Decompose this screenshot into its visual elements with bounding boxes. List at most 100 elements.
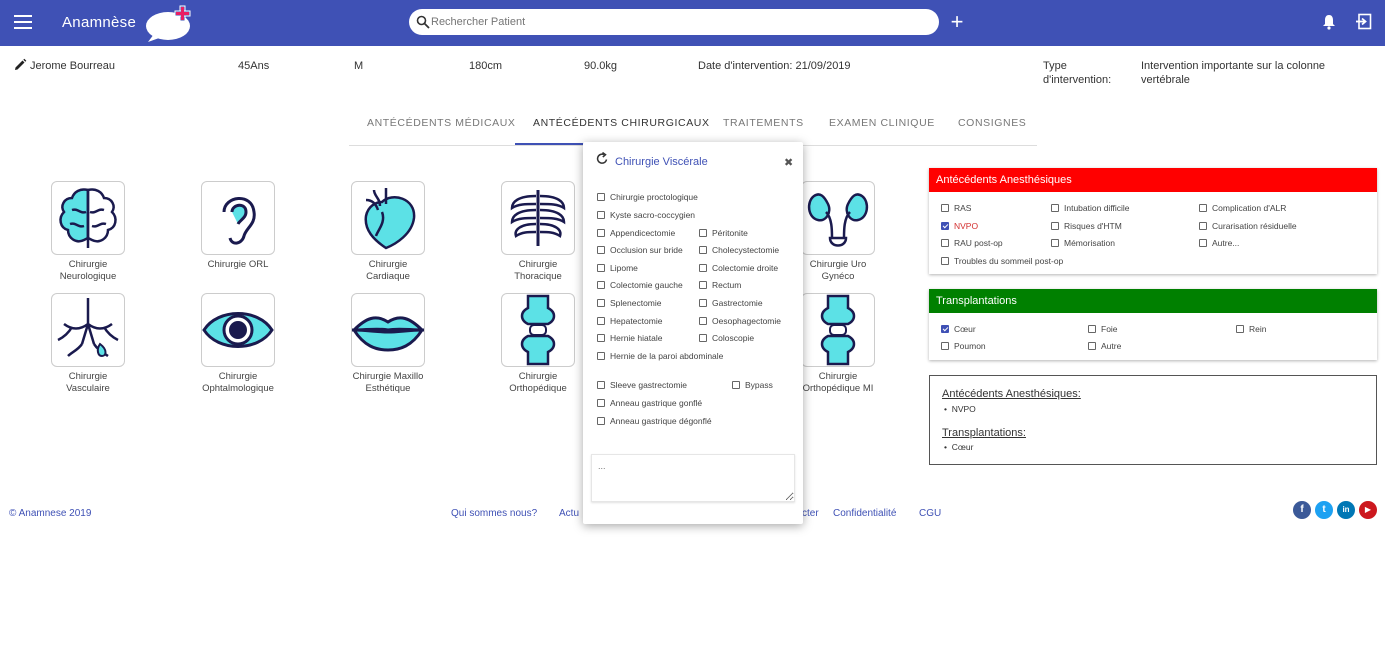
checkbox-hepatectomie[interactable]: Hepatectomie [597, 316, 662, 326]
plus-icon[interactable]: + [948, 11, 966, 33]
checkbox-box[interactable] [597, 334, 605, 342]
checkbox-hernie-paroi[interactable]: Hernie de la paroi abdominale [597, 351, 723, 361]
checkbox-troubles-sommeil[interactable]: Troubles du sommeil post-op [941, 256, 1063, 266]
facebook-icon[interactable]: f [1293, 501, 1311, 519]
checkbox-box[interactable] [941, 204, 949, 212]
specialty-card-neuro[interactable]: Chirurgie Neurologique [8, 181, 168, 283]
checkbox-box[interactable] [699, 299, 707, 307]
bone-joint-icon[interactable] [801, 293, 875, 367]
ribcage-icon[interactable] [501, 181, 575, 255]
checkbox-intubation[interactable]: Intubation difficile [1051, 203, 1130, 213]
checkbox-box[interactable] [1199, 222, 1207, 230]
checkbox-hernie-hiatale[interactable]: Hernie hiatale [597, 333, 662, 343]
checkbox-anneau-gonfle[interactable]: Anneau gastrique gonflé [597, 398, 702, 408]
specialty-card-orl[interactable]: Chirurgie ORL [158, 181, 318, 271]
checkbox-poumon[interactable]: Poumon [941, 341, 986, 351]
footer-link-about[interactable]: Qui sommes nous? [451, 508, 537, 519]
brain-icon[interactable] [51, 181, 125, 255]
footer-link-cgu[interactable]: CGU [919, 508, 941, 519]
checkbox-bypass[interactable]: Bypass [732, 380, 773, 390]
checkbox-box[interactable] [1051, 222, 1059, 230]
checkbox-splenectomie[interactable]: Splenectomie [597, 298, 662, 308]
footer-link-privacy[interactable]: Confidentialité [833, 508, 896, 519]
checkbox-autre[interactable]: Autre... [1199, 238, 1239, 248]
footer-link-actu[interactable]: Actu [559, 508, 579, 519]
checkbox-rectum[interactable]: Rectum [699, 280, 741, 290]
checkbox-colectomie-gauche[interactable]: Colectomie gauche [597, 280, 683, 290]
checkbox-coloscopie[interactable]: Coloscopie [699, 333, 754, 343]
checkbox-box[interactable] [597, 417, 605, 425]
checkbox-box[interactable] [597, 352, 605, 360]
close-icon[interactable]: ✖ [784, 156, 793, 169]
checkbox-gastrectomie[interactable]: Gastrectomie [699, 298, 763, 308]
checkbox-curarisation[interactable]: Curarisation résiduelle [1199, 221, 1297, 231]
lips-icon[interactable] [351, 293, 425, 367]
checkbox-box[interactable] [699, 229, 707, 237]
edit-icon[interactable] [13, 58, 27, 72]
checkbox-box[interactable] [597, 281, 605, 289]
checkbox-box[interactable] [597, 299, 605, 307]
tab-antecedents-medicaux[interactable]: ANTÉCÉDENTS MÉDICAUX [367, 117, 516, 129]
checkbox-appendicectomie[interactable]: Appendicectomie [597, 228, 675, 238]
checkbox-box[interactable] [699, 264, 707, 272]
checkbox-cholecystectomie[interactable]: Cholecystectomie [699, 245, 779, 255]
refresh-icon[interactable] [596, 152, 609, 165]
checkbox-box[interactable] [597, 317, 605, 325]
checkbox-box[interactable] [597, 211, 605, 219]
eye-icon[interactable] [201, 293, 275, 367]
checkbox-box[interactable] [1199, 239, 1207, 247]
exit-icon[interactable] [1355, 13, 1372, 30]
checkbox-anneau-degonfle[interactable]: Anneau gastrique dégonflé [597, 416, 712, 426]
footer-link-contact[interactable]: cter [802, 508, 819, 519]
checkbox-box[interactable] [1051, 239, 1059, 247]
checkbox-box[interactable] [597, 193, 605, 201]
checkbox-box[interactable] [941, 239, 949, 247]
checkbox-nvpo[interactable]: NVPO [941, 221, 978, 231]
checkbox-box[interactable] [597, 381, 605, 389]
checkbox-box[interactable] [699, 281, 707, 289]
tab-traitements[interactable]: TRAITEMENTS [723, 117, 804, 129]
twitter-icon[interactable]: t [1315, 501, 1333, 519]
heart-icon[interactable] [351, 181, 425, 255]
checkbox-lipome[interactable]: Lipome [597, 263, 638, 273]
checkbox-box[interactable] [1051, 204, 1059, 212]
checkbox-box[interactable] [699, 317, 707, 325]
checkbox-box-checked[interactable] [941, 222, 949, 230]
checkbox-box[interactable] [1236, 325, 1244, 333]
search-input[interactable] [431, 12, 921, 32]
specialty-card-ophtalmologique[interactable]: Chirurgie Ophtalmologique [158, 293, 318, 395]
checkbox-ras[interactable]: RAS [941, 203, 971, 213]
checkbox-rau[interactable]: RAU post-op [941, 238, 1003, 248]
checkbox-memorisation[interactable]: Mémorisation [1051, 238, 1115, 248]
checkbox-occlusion[interactable]: Occlusion sur bride [597, 245, 683, 255]
checkbox-box[interactable] [941, 257, 949, 265]
notes-textarea[interactable] [591, 454, 795, 502]
checkbox-rein[interactable]: Rein [1236, 324, 1266, 334]
checkbox-box[interactable] [1088, 325, 1096, 333]
checkbox-coeur[interactable]: Cœur [941, 324, 976, 334]
checkbox-box[interactable] [699, 246, 707, 254]
checkbox-chirurgie-proctologique[interactable]: Chirurgie proctologique [597, 192, 698, 202]
checkbox-box[interactable] [597, 399, 605, 407]
checkbox-box[interactable] [732, 381, 740, 389]
checkbox-oesophagectomie[interactable]: Oesophagectomie [699, 316, 781, 326]
ear-icon[interactable] [201, 181, 275, 255]
checkbox-box-checked[interactable] [941, 325, 949, 333]
specialty-card-vasculaire[interactable]: Chirurgie Vasculaire [8, 293, 168, 395]
menu-icon[interactable] [14, 15, 32, 29]
tab-consignes[interactable]: CONSIGNES [958, 117, 1026, 129]
checkbox-peritonite[interactable]: Péritonite [699, 228, 748, 238]
checkbox-box[interactable] [597, 246, 605, 254]
vessels-icon[interactable] [51, 293, 125, 367]
checkbox-box[interactable] [699, 334, 707, 342]
checkbox-kyste[interactable]: Kyste sacro-coccygien [597, 210, 695, 220]
checkbox-sleeve[interactable]: Sleeve gastrectomie [597, 380, 687, 390]
bell-icon[interactable] [1321, 14, 1337, 30]
checkbox-box[interactable] [941, 342, 949, 350]
tab-antecedents-chirurgicaux[interactable]: ANTÉCÉDENTS CHIRURGICAUX [533, 117, 710, 129]
checkbox-autre-transplant[interactable]: Autre [1088, 341, 1121, 351]
checkbox-colectomie-droite[interactable]: Colectomie droite [699, 263, 778, 273]
checkbox-box[interactable] [597, 229, 605, 237]
linkedin-icon[interactable]: in [1337, 501, 1355, 519]
specialty-card-cardiaque[interactable]: Chirurgie Cardiaque [308, 181, 468, 283]
